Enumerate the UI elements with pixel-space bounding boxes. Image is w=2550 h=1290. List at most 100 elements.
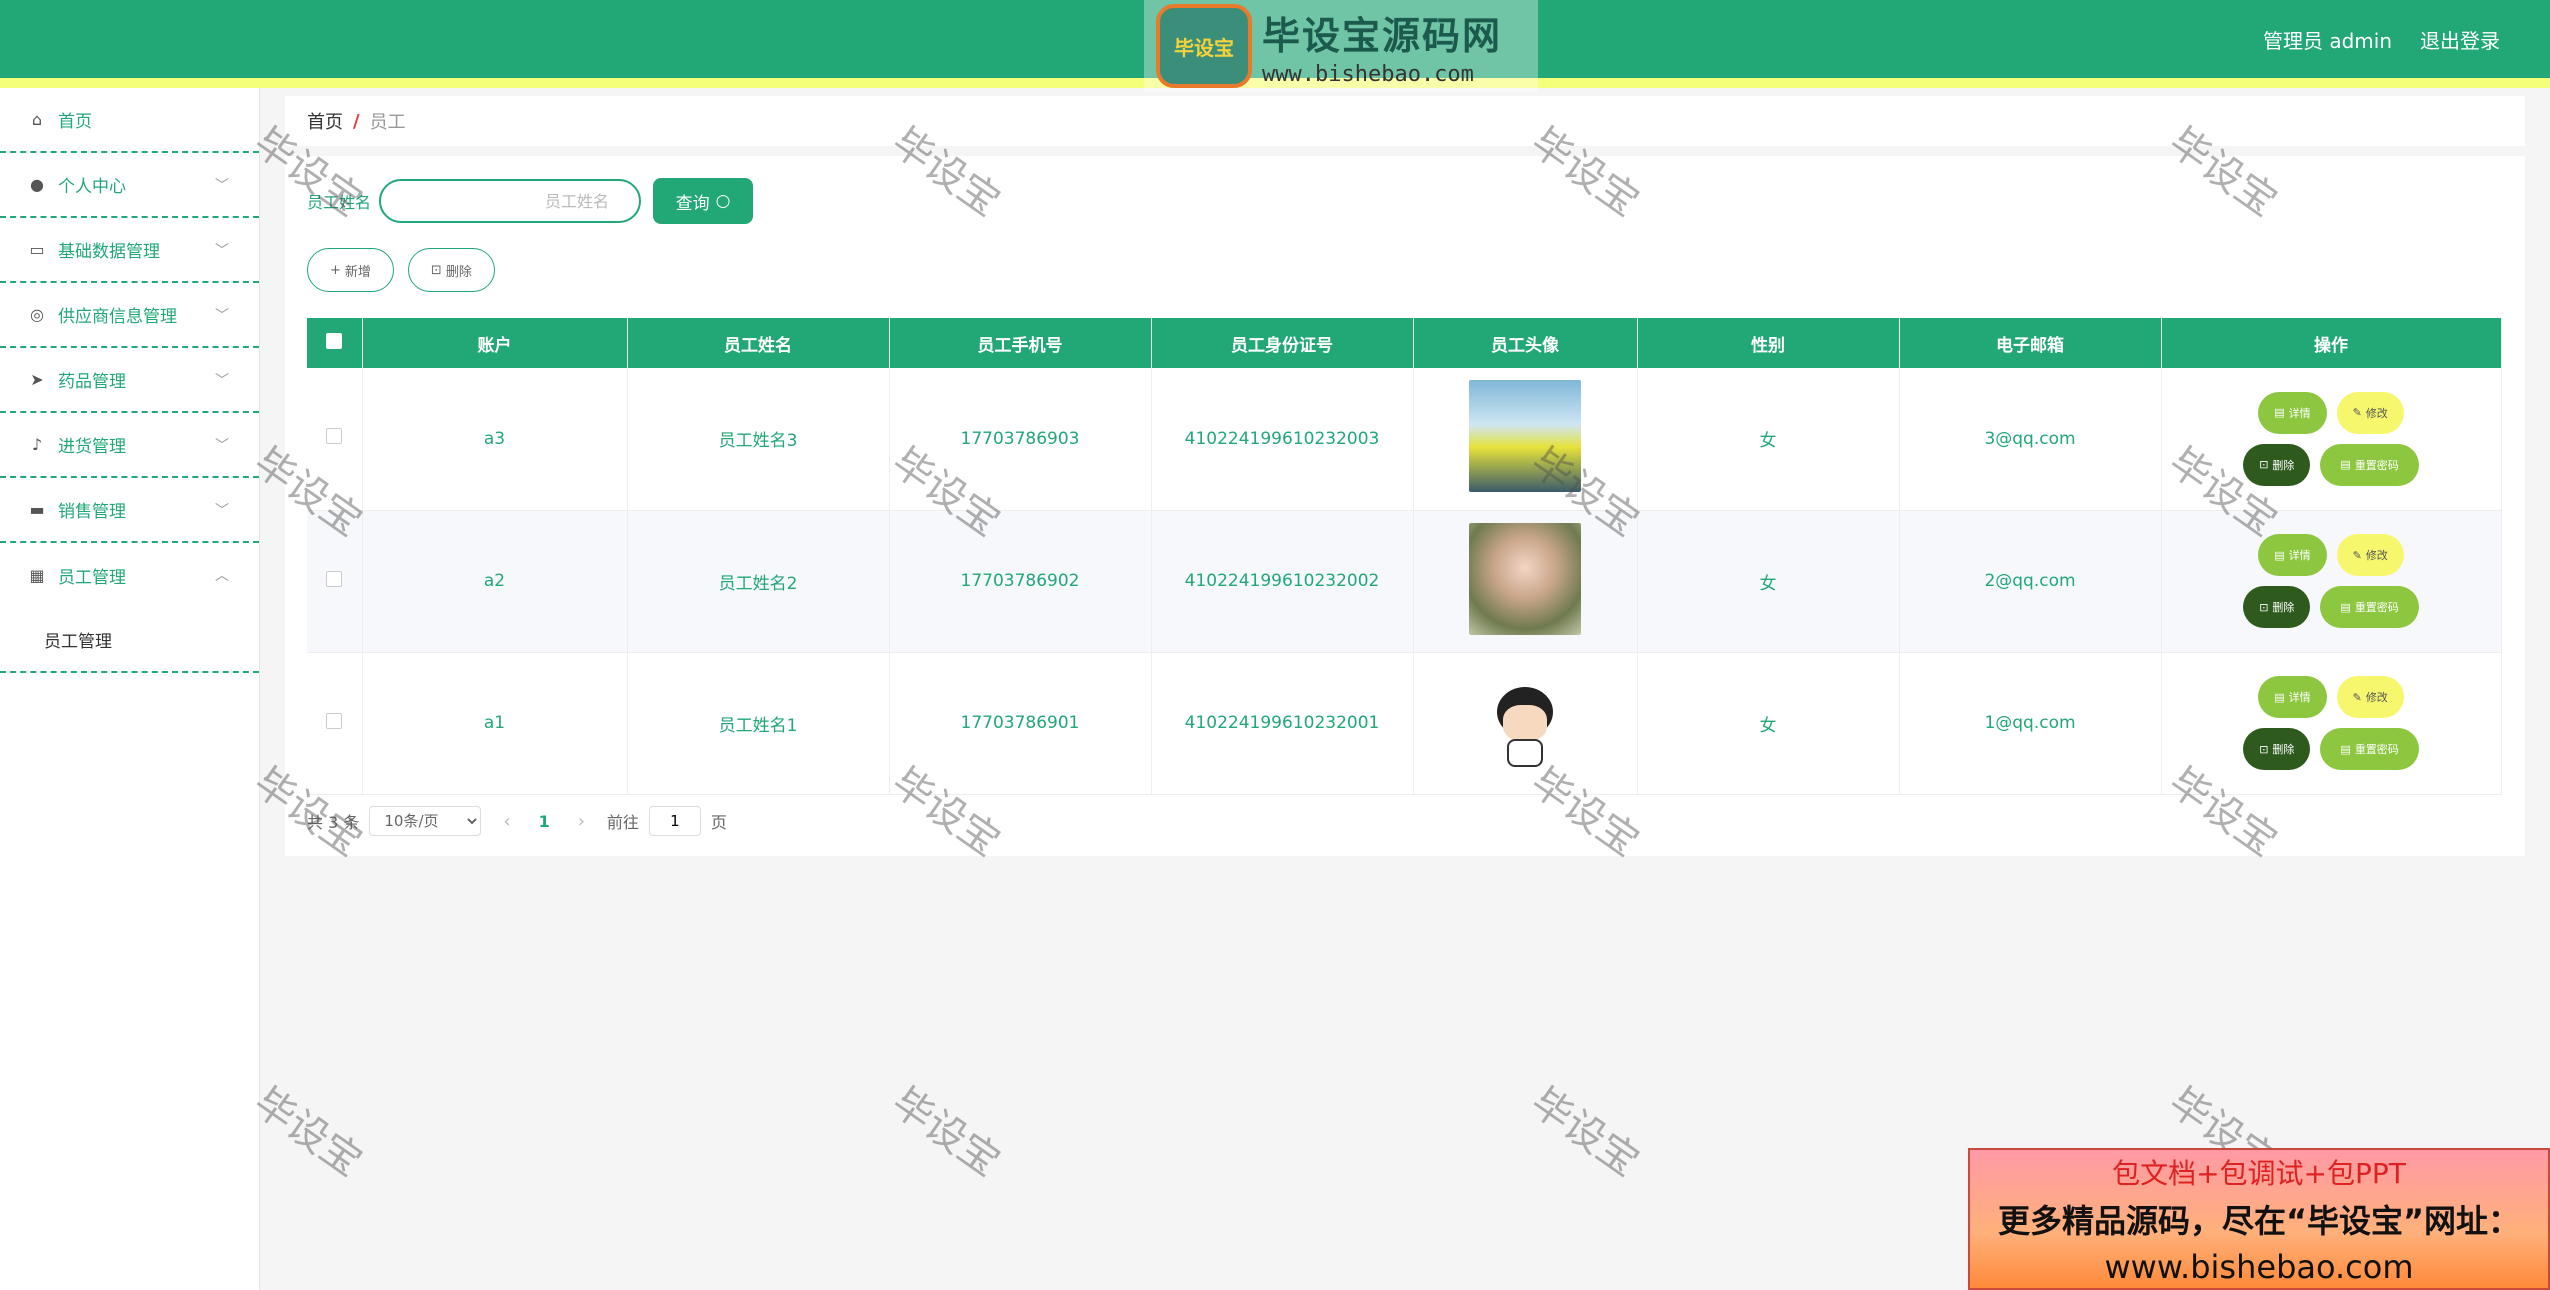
select-all-checkbox[interactable] bbox=[326, 332, 343, 349]
column-header: 性别 bbox=[1637, 318, 1900, 368]
table-row: a2 员工姓名2 17703786902 410224199610232002 … bbox=[307, 510, 2502, 653]
cell-account: a2 bbox=[362, 510, 628, 653]
delete-button[interactable]: ⊡ 删除 bbox=[2243, 728, 2311, 770]
detail-label: 详情 bbox=[2288, 691, 2311, 704]
sidebar-item-sales[interactable]: ▬ 销售管理 ﹀ bbox=[0, 478, 259, 543]
document-icon: ▤ bbox=[2340, 742, 2351, 756]
breadcrumb: 首页 / 员工 bbox=[285, 96, 2525, 146]
edit-label: 修改 bbox=[2365, 549, 2388, 562]
sidebar-subitem-employee-manage[interactable]: 员工管理 bbox=[0, 608, 259, 673]
next-page-icon[interactable]: › bbox=[566, 811, 597, 832]
reset-password-button[interactable]: ▤ 重置密码 bbox=[2320, 443, 2419, 486]
breadcrumb-home[interactable]: 首页 bbox=[307, 108, 343, 134]
reset-label: 重置密码 bbox=[2354, 601, 2399, 614]
document-icon: ▤ bbox=[2274, 690, 2285, 704]
cell-phone: 17703786901 bbox=[889, 652, 1152, 795]
reset-password-button[interactable]: ▤ 重置密码 bbox=[2320, 586, 2419, 628]
row-checkbox-cell bbox=[307, 510, 363, 653]
pagination: 共 3 条 10条/页 ‹ 1 › 前往 页 bbox=[307, 806, 727, 836]
cell-account: a3 bbox=[362, 368, 628, 511]
delete-label: 删除 bbox=[2272, 601, 2295, 614]
edit-button[interactable]: ✎ 修改 bbox=[2336, 534, 2404, 576]
row-checkbox-cell bbox=[307, 368, 363, 511]
detail-button[interactable]: ▤ 详情 bbox=[2258, 534, 2327, 576]
row-checkbox[interactable] bbox=[326, 428, 343, 445]
delete-button-label: 删除 bbox=[445, 264, 472, 280]
sidebar-item-personal-center[interactable]: ● 个人中心 ﹀ bbox=[0, 153, 259, 218]
add-button[interactable]: + 新增 bbox=[307, 248, 394, 292]
add-button-label: 新增 bbox=[344, 264, 371, 280]
column-header: 员工身份证号 bbox=[1151, 318, 1414, 368]
delete-label: 删除 bbox=[2272, 743, 2295, 756]
delete-button[interactable]: ⊡ 删除 bbox=[2243, 443, 2311, 486]
cell-avatar bbox=[1413, 652, 1638, 795]
send-icon: ➤ bbox=[30, 370, 44, 389]
current-page-number[interactable]: 1 bbox=[533, 812, 556, 831]
cell-name: 员工姓名1 bbox=[627, 652, 890, 795]
briefcase-icon: ▬ bbox=[29, 500, 45, 519]
cell-idcard: 410224199610232002 bbox=[1151, 510, 1414, 653]
column-header: 员工姓名 bbox=[627, 318, 890, 368]
sidebar-item-home[interactable]: ⌂ 首页 bbox=[0, 88, 259, 153]
logo-badge-icon: 毕设宝 bbox=[1156, 4, 1252, 88]
document-icon: ▤ bbox=[2274, 548, 2285, 562]
trash-icon: ⊡ bbox=[2259, 600, 2269, 614]
site-logo-watermark: 毕设宝 毕设宝源码网 www.bishebao.com bbox=[1144, 0, 1538, 92]
prev-page-icon[interactable]: ‹ bbox=[491, 811, 522, 832]
goto-page-input[interactable] bbox=[648, 806, 701, 836]
main-panel: 员工姓名 查询 ○ + 新增 ⊡ 删除 账户 员工姓名 员工手机号 员工身份 bbox=[285, 156, 2525, 856]
sidebar-item-label: 药品管理 bbox=[58, 372, 126, 392]
cell-gender: 女 bbox=[1637, 510, 1900, 653]
user-icon: ● bbox=[30, 175, 44, 194]
cell-ops: ▤ 详情 ✎ 修改 ⊡ 删除 ▤ 重置密码 bbox=[2161, 510, 2502, 653]
document-icon: ▤ bbox=[2340, 600, 2351, 614]
delete-button[interactable]: ⊡ 删除 bbox=[2243, 586, 2311, 628]
sidebar-item-medicine[interactable]: ➤ 药品管理 ﹀ bbox=[0, 348, 259, 413]
table-header-row: 账户 员工姓名 员工手机号 员工身份证号 员工头像 性别 电子邮箱 操作 bbox=[307, 318, 2502, 368]
edit-button[interactable]: ✎ 修改 bbox=[2336, 676, 2404, 718]
cell-avatar bbox=[1413, 368, 1638, 511]
column-header: 员工头像 bbox=[1413, 318, 1638, 368]
cell-ops: ▤ 详情 ✎ 修改 ⊡ 删除 ▤ 重置密码 bbox=[2161, 652, 2502, 795]
watermark-text: 毕设宝 bbox=[883, 1079, 1009, 1186]
sidebar-item-label: 基础数据管理 bbox=[58, 242, 160, 262]
sidebar-item-basic-data[interactable]: ▭ 基础数据管理 ﹀ bbox=[0, 218, 259, 283]
sidebar-item-purchase[interactable]: ♪ 进货管理 ﹀ bbox=[0, 413, 259, 478]
promo-line-1: 包文档+包调试+包PPT bbox=[2112, 1157, 2406, 1190]
employee-name-search-input[interactable] bbox=[379, 179, 641, 223]
sidebar-item-employee[interactable]: ▦ 员工管理 ︿ bbox=[0, 543, 259, 608]
logo-title: 毕设宝源码网 bbox=[1262, 14, 1503, 58]
breadcrumb-separator: / bbox=[353, 110, 360, 132]
search-button[interactable]: 查询 ○ bbox=[653, 178, 753, 224]
column-header: 账户 bbox=[362, 318, 628, 368]
pagination-total: 共 3 条 bbox=[307, 813, 360, 832]
detail-button[interactable]: ▤ 详情 bbox=[2258, 676, 2327, 718]
promo-banner[interactable]: 包文档+包调试+包PPT 更多精品源码，尽在“毕设宝”网址： www.bishe… bbox=[1968, 1148, 2550, 1290]
detail-label: 详情 bbox=[2288, 549, 2311, 562]
detail-button[interactable]: ▤ 详情 bbox=[2258, 391, 2327, 434]
logout-link[interactable]: 退出登录 bbox=[2420, 25, 2500, 54]
employee-avatar-image bbox=[1469, 380, 1581, 493]
reset-label: 重置密码 bbox=[2354, 743, 2399, 756]
promo-line-3: www.bishebao.com bbox=[2104, 1248, 2414, 1286]
cell-idcard: 410224199610232003 bbox=[1151, 368, 1414, 511]
edit-button[interactable]: ✎ 修改 bbox=[2336, 391, 2404, 434]
sidebar-item-supplier[interactable]: ◎ 供应商信息管理 ﹀ bbox=[0, 283, 259, 348]
sidebar: ⌂ 首页 ● 个人中心 ﹀ ▭ 基础数据管理 ﹀ ◎ 供应商信息管理 ﹀ ➤ 药… bbox=[0, 88, 260, 1290]
cell-phone: 17703786902 bbox=[889, 510, 1152, 653]
cell-avatar bbox=[1413, 510, 1638, 653]
pencil-icon: ✎ bbox=[2352, 690, 2362, 704]
breadcrumb-current: 员工 bbox=[369, 112, 406, 133]
pencil-icon: ✎ bbox=[2352, 406, 2362, 420]
reset-password-button[interactable]: ▤ 重置密码 bbox=[2320, 728, 2419, 770]
row-checkbox[interactable] bbox=[326, 712, 343, 729]
sidebar-item-label: 销售管理 bbox=[58, 502, 126, 522]
column-header: 操作 bbox=[2161, 318, 2502, 368]
cell-email: 1@qq.com bbox=[1899, 652, 2162, 795]
page-size-select[interactable]: 10条/页 bbox=[369, 806, 482, 836]
search-icon: ○ bbox=[715, 191, 731, 211]
chevron-down-icon: ﹀ bbox=[215, 243, 229, 259]
row-checkbox[interactable] bbox=[326, 570, 343, 587]
batch-delete-button[interactable]: ⊡ 删除 bbox=[407, 248, 495, 292]
chevron-down-icon: ﹀ bbox=[215, 308, 229, 324]
